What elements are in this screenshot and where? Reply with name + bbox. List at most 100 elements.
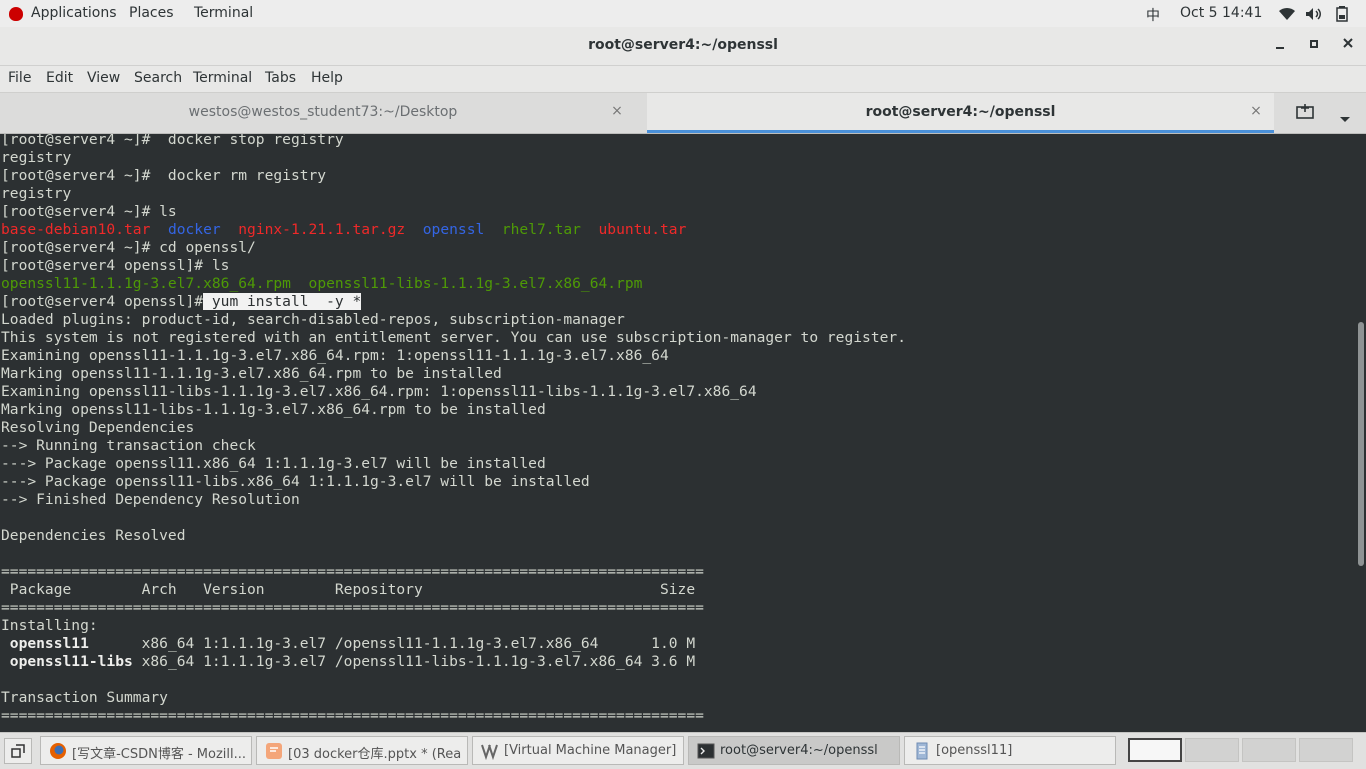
workspace-3[interactable] — [1242, 738, 1296, 762]
package-details: x86_64 1:1.1.1g-3.el7 /openssl11-libs-1.… — [132, 653, 696, 670]
taskbar-item-firefox[interactable]: [写文章-CSDN博客 - Mozill... — [40, 736, 252, 765]
top-panel: Applications Places Terminal 中 Oct 5 14:… — [0, 0, 1366, 27]
file-manager-icon — [913, 742, 931, 760]
maximize-icon[interactable] — [1306, 37, 1322, 53]
terminal-scrollbar[interactable] — [1356, 134, 1366, 732]
menu-search[interactable]: Search — [134, 70, 182, 86]
tabs-dropdown-icon[interactable] — [1339, 109, 1351, 128]
window-titlebar[interactable]: root@server4:~/openssl — [0, 27, 1366, 66]
package-name: openssl11 — [1, 635, 133, 652]
volume-icon[interactable] — [1305, 0, 1323, 27]
window-title: root@server4:~/openssl — [588, 37, 778, 53]
terminal-output[interactable]: [root@server4 ~]# docker stop registry r… — [0, 134, 1356, 732]
tab-close-icon[interactable]: × — [610, 103, 624, 119]
taskbar-item-virt-manager[interactable]: [Virtual Machine Manager] — [472, 736, 684, 765]
terminal-line: Installing: — [1, 617, 98, 634]
terminal-line: Transaction Summary — [1, 689, 168, 706]
terminal-line-package: openssl11 x86_64 1:1.1.1g-3.el7 /openssl… — [1, 635, 695, 653]
terminal-line: registry — [1, 185, 72, 202]
taskbar: [写文章-CSDN博客 - Mozill... [03 docker仓库.ppt… — [0, 732, 1366, 769]
applications-menu[interactable]: Applications — [31, 5, 117, 21]
terminal-line: [root@server4 ~]# docker rm registry — [1, 167, 327, 184]
firefox-icon — [49, 742, 67, 760]
terminal-line: Marking openssl11-1.1.1g-3.el7.x86_64.rp… — [1, 365, 502, 382]
clock[interactable]: Oct 5 14:41 — [1180, 5, 1262, 21]
terminal-line: [root@server4 ~]# cd openssl/ — [1, 239, 256, 256]
menubar: File Edit View Search Terminal Tabs Help — [0, 66, 1366, 93]
package-name: openssl11-libs — [1, 653, 133, 670]
terminal-line: Package Arch Version Repository Size — [1, 581, 696, 598]
terminal-line: Dependencies Resolved — [1, 527, 186, 544]
menu-view[interactable]: View — [87, 70, 120, 86]
menu-edit[interactable]: Edit — [46, 70, 73, 86]
terminal-line: ========================================… — [1, 563, 704, 580]
taskbar-item-label: [03 docker仓库.pptx * (Rea... — [288, 747, 462, 762]
shell-prompt: [root@server4 openssl]# — [1, 293, 204, 310]
terminal-line: ========================================… — [1, 599, 704, 616]
ls-dir: openssl — [422, 221, 485, 238]
places-menu[interactable]: Places — [129, 5, 174, 21]
terminal-line: ---> Package openssl11-libs.x86_64 1:1.1… — [1, 473, 590, 490]
menu-terminal[interactable]: Terminal — [193, 70, 252, 86]
tab-close-icon[interactable]: × — [1249, 103, 1263, 119]
new-tab-icon[interactable] — [1296, 104, 1314, 124]
tab-bar: westos@westos_student73:~/Desktop × root… — [0, 93, 1366, 134]
tab-westos-desktop[interactable]: westos@westos_student73:~/Desktop × — [0, 93, 646, 133]
ls-file: nginx-1.21.1.tar.gz — [238, 221, 406, 238]
show-desktop-button[interactable] — [4, 738, 32, 764]
terminal-line-command: [root@server4 openssl]# yum install -y * — [1, 293, 362, 311]
terminal-line: --> Finished Dependency Resolution — [1, 491, 300, 508]
terminal-line: Examining openssl11-1.1.1g-3.el7.x86_64.… — [1, 347, 669, 364]
terminal-line: [root@server4 ~]# docker stop registry — [1, 134, 344, 148]
terminal-line: --> Running transaction check — [1, 437, 256, 454]
terminal-line: [root@server4 ~]# ls — [1, 203, 177, 220]
presentation-icon — [265, 742, 283, 760]
taskbar-item-label: [写文章-CSDN博客 - Mozill... — [72, 747, 246, 762]
terminal-line-package: openssl11-libs x86_64 1:1.1.1g-3.el7 /op… — [1, 653, 695, 671]
terminal-line: Marking openssl11-libs-1.1.1g-3.el7.x86_… — [1, 401, 546, 418]
close-icon[interactable] — [1340, 37, 1356, 53]
ls-file: base-debian10.tar — [1, 221, 151, 238]
terminal-icon — [697, 742, 715, 760]
terminal-app-menu[interactable]: Terminal — [194, 5, 253, 21]
terminal-line: [root@server4 openssl]# ls — [1, 257, 230, 274]
redhat-logo-icon — [9, 7, 23, 21]
workspace-4[interactable] — [1299, 738, 1353, 762]
ls-file: openssl11-1.1.1g-3.el7.x86_64.rpm — [1, 275, 291, 292]
ls-file: openssl11-libs-1.1.1g-3.el7.x86_64.rpm — [308, 275, 643, 292]
tab-label: root@server4:~/openssl — [865, 104, 1056, 120]
terminal-line: ---> Package openssl11.x86_64 1:1.1.1g-3… — [1, 455, 546, 472]
scrollbar-thumb[interactable] — [1358, 322, 1364, 566]
ls-dir: docker — [167, 221, 221, 238]
terminal-line-ls-output: base-debian10.tar docker nginx-1.21.1.ta… — [1, 221, 686, 239]
terminal-line-ls-output: openssl11-1.1.1g-3.el7.x86_64.rpm openss… — [1, 275, 642, 293]
taskbar-item-label: [Virtual Machine Manager] — [504, 743, 677, 758]
terminal-line: Resolving Dependencies — [1, 419, 195, 436]
taskbar-item-openssl11[interactable]: [openssl11] — [904, 736, 1116, 765]
workspace-1[interactable] — [1128, 738, 1182, 762]
package-details: x86_64 1:1.1.1g-3.el7 /openssl11-1.1.1g-… — [132, 635, 696, 652]
taskbar-item-impress[interactable]: [03 docker仓库.pptx * (Rea... — [256, 736, 468, 765]
tab-label: westos@westos_student73:~/Desktop — [188, 104, 458, 120]
virtual-machine-manager-icon — [481, 742, 499, 761]
terminal-line: ========================================… — [1, 707, 704, 724]
menu-file[interactable]: File — [8, 70, 31, 86]
terminal-line: This system is not registered with an en… — [1, 329, 906, 346]
terminal-line: Loaded plugins: product-id, search-disab… — [1, 311, 625, 328]
workspace-2[interactable] — [1185, 738, 1239, 762]
taskbar-item-label: root@server4:~/openssl — [720, 743, 878, 758]
minimize-icon[interactable] — [1272, 37, 1288, 53]
wifi-icon[interactable] — [1278, 0, 1296, 27]
selected-command[interactable]: yum install -y * — [203, 293, 362, 310]
terminal-line: Examining openssl11-libs-1.1.1g-3.el7.x8… — [1, 383, 757, 400]
taskbar-item-terminal[interactable]: root@server4:~/openssl — [688, 736, 900, 765]
menu-help[interactable]: Help — [311, 70, 343, 86]
input-method-indicator[interactable]: 中 — [1146, 5, 1160, 25]
terminal-line: registry — [1, 149, 72, 166]
ls-file: rhel7.tar — [501, 221, 581, 238]
ls-file: ubuntu.tar — [598, 221, 687, 238]
taskbar-item-label: [openssl11] — [936, 743, 1013, 758]
menu-tabs[interactable]: Tabs — [265, 70, 296, 86]
battery-icon[interactable] — [1336, 0, 1348, 27]
tab-root-openssl[interactable]: root@server4:~/openssl × — [647, 93, 1274, 133]
